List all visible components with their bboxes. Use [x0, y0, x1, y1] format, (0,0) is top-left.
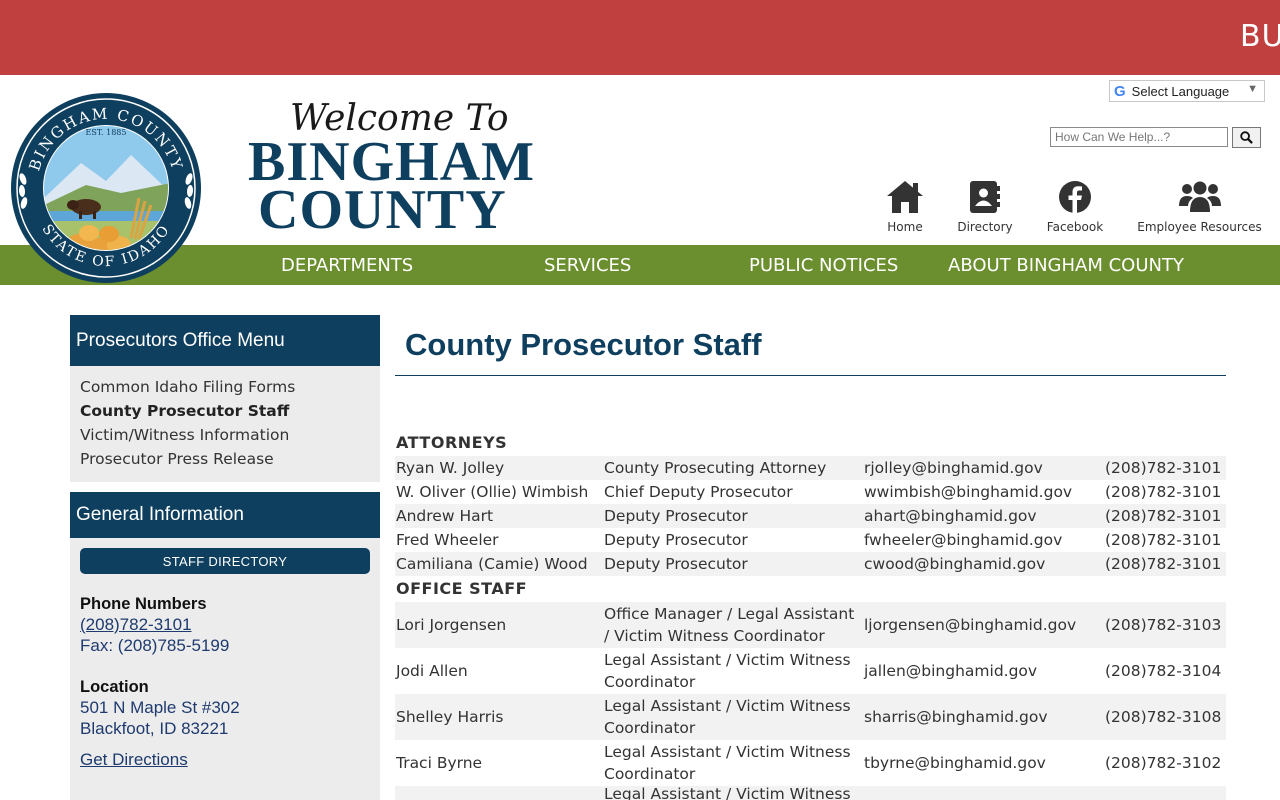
address-line-2: Blackfoot, ID 83221 [80, 719, 229, 738]
seal-est-text: EST. 1885 [86, 128, 127, 137]
quick-link-facebook[interactable]: Facebook [1045, 180, 1105, 234]
staff-email-link[interactable]: ahart@binghamid.gov [864, 504, 1104, 528]
fax-number: Fax: (208)785-5199 [80, 636, 230, 655]
search-input[interactable] [1050, 127, 1228, 147]
get-directions-link[interactable]: Get Directions [80, 750, 188, 770]
staff-name: Ryan W. Jolley [396, 459, 505, 477]
staff-title: Chief Deputy Prosecutor [604, 483, 793, 501]
table-row: Jodi Allen Legal Assistant / Victim Witn… [395, 648, 1226, 694]
language-label: Select Language [1131, 83, 1230, 99]
staff-phone: (208)782-3101 [1105, 459, 1222, 477]
staff-title: Deputy Prosecutor [604, 507, 748, 525]
staff-email-link[interactable]: jallen@binghamid.gov [864, 648, 1104, 694]
staff-title: Legal Assistant / Victim Witness [604, 786, 851, 800]
sidebar-menu-heading: Prosecutors Office Menu [70, 315, 380, 366]
staff-email-link[interactable]: rjolley@binghamid.gov [864, 456, 1104, 480]
staff-title: Legal Assistant / Victim Witness Coordin… [604, 743, 851, 783]
table-row: Traci Byrne Legal Assistant / Victim Wit… [395, 740, 1226, 786]
phone-link[interactable]: (208)782-3101 [80, 615, 192, 635]
table-row: Ryan W. Jolley County Prosecuting Attorn… [395, 456, 1226, 480]
quick-link-label: Home [887, 220, 923, 234]
staff-title: Legal Assistant / Victim Witness Coordin… [604, 651, 851, 691]
sidebar-item-victim-witness[interactable]: Victim/Witness Information [80, 426, 289, 444]
table-row: Fred Wheeler Deputy Prosecutor fwheeler@… [395, 528, 1226, 552]
staff-title: Deputy Prosecutor [604, 531, 748, 549]
staff-phone: (208)782-3101 [1105, 531, 1222, 549]
staff-phone: (208)782-3101 [1105, 555, 1222, 573]
county-seal-logo[interactable]: BINGHAM COUNTY STATE OF IDAHO EST. 1885 [11, 93, 201, 283]
staff-phone: (208)782-3101 [1105, 483, 1222, 501]
staff-name: Andrew Hart [396, 507, 494, 525]
alert-banner: BU [0, 0, 1280, 75]
county-wordmark[interactable]: BINGHAM COUNTY [248, 134, 538, 241]
wordmark-line-2: COUNTY [258, 179, 507, 241]
staff-name: Traci Byrne [396, 754, 483, 772]
location-heading: Location [80, 678, 149, 696]
staff-email-link[interactable]: ljorgensen@binghamid.gov [864, 602, 1104, 648]
staff-title: Legal Assistant / Victim Witness Coordin… [604, 697, 851, 737]
search-icon [1240, 131, 1253, 144]
nav-services[interactable]: SERVICES [544, 255, 631, 276]
staff-email-link[interactable]: wwimbish@binghamid.gov [864, 480, 1104, 504]
staff-name: Fred Wheeler [396, 531, 499, 549]
table-row: Andrew Hart Deputy Prosecutor ahart@bing… [395, 504, 1226, 528]
nav-about-bingham-county[interactable]: ABOUT BINGHAM COUNTY [948, 255, 1184, 276]
address-book-icon [970, 181, 1000, 213]
staff-title: Office Manager / Legal Assistant / Victi… [604, 605, 855, 645]
sidebar-item-prosecutor-staff[interactable]: County Prosecutor Staff [80, 402, 289, 420]
staff-name: Camiliana (Camie) Wood [396, 555, 588, 573]
quick-link-employee-resources[interactable]: Employee Resources [1137, 180, 1262, 234]
staff-phone: (208)782-3104 [1105, 662, 1222, 680]
chevron-down-icon: ▼ [1247, 83, 1258, 95]
quick-link-label: Employee Resources [1137, 220, 1262, 234]
staff-name: W. Oliver (Ollie) Wimbish [396, 483, 589, 501]
nav-public-notices[interactable]: PUBLIC NOTICES [749, 255, 898, 276]
home-icon [887, 181, 923, 213]
staff-email-link[interactable]: tbyrne@binghamid.gov [864, 740, 1104, 786]
staff-name: Lori Jorgensen [396, 616, 507, 634]
page-title: County Prosecutor Staff [405, 327, 762, 362]
quick-link-directory[interactable]: Directory [955, 180, 1015, 234]
facebook-icon [1059, 181, 1091, 213]
staff-email-link[interactable]: fwheeler@binghamid.gov [864, 528, 1104, 552]
office-staff-heading: OFFICE STAFF [396, 579, 528, 598]
search-button[interactable] [1232, 127, 1261, 148]
table-row: Lori Jorgensen Office Manager / Legal As… [395, 602, 1226, 648]
staff-title: County Prosecuting Attorney [604, 459, 827, 477]
staff-name: Jodi Allen [396, 662, 468, 680]
sidebar-item-filing-forms[interactable]: Common Idaho Filing Forms [80, 378, 295, 396]
quick-link-label: Directory [957, 220, 1013, 234]
attorneys-heading: ATTORNEYS [396, 433, 508, 452]
staff-phone: (208)782-3103 [1105, 616, 1222, 634]
sidebar-item-press-release[interactable]: Prosecutor Press Release [80, 450, 274, 468]
table-row: Camiliana (Camie) Wood Deputy Prosecutor… [395, 552, 1226, 576]
quick-link-label: Facebook [1046, 220, 1104, 234]
table-row: W. Oliver (Ollie) Wimbish Chief Deputy P… [395, 480, 1226, 504]
staff-phone: (208)782-3102 [1105, 754, 1222, 772]
address-line-1: 501 N Maple St #302 [80, 698, 240, 717]
quick-link-home[interactable]: Home [885, 180, 925, 234]
nav-departments[interactable]: DEPARTMENTS [281, 255, 413, 276]
phone-heading: Phone Numbers [80, 595, 207, 613]
table-row: Legal Assistant / Victim Witness [395, 786, 1226, 800]
table-row: Shelley Harris Legal Assistant / Victim … [395, 694, 1226, 740]
staff-name: Shelley Harris [396, 708, 504, 726]
staff-email-link[interactable]: cwood@binghamid.gov [864, 552, 1104, 576]
staff-email-link[interactable]: sharris@binghamid.gov [864, 694, 1104, 740]
staff-directory-button[interactable]: STAFF DIRECTORY [80, 548, 370, 574]
title-divider [395, 375, 1226, 376]
google-g-icon: G [1114, 82, 1126, 100]
staff-title: Deputy Prosecutor [604, 555, 748, 573]
staff-phone: (208)782-3101 [1105, 507, 1222, 525]
general-info-heading: General Information [70, 492, 380, 538]
staff-phone: (208)782-3108 [1105, 708, 1222, 726]
banner-text: BU [1240, 19, 1280, 54]
language-selector[interactable]: G Select Language ▼ [1109, 80, 1265, 102]
users-icon [1178, 181, 1221, 212]
